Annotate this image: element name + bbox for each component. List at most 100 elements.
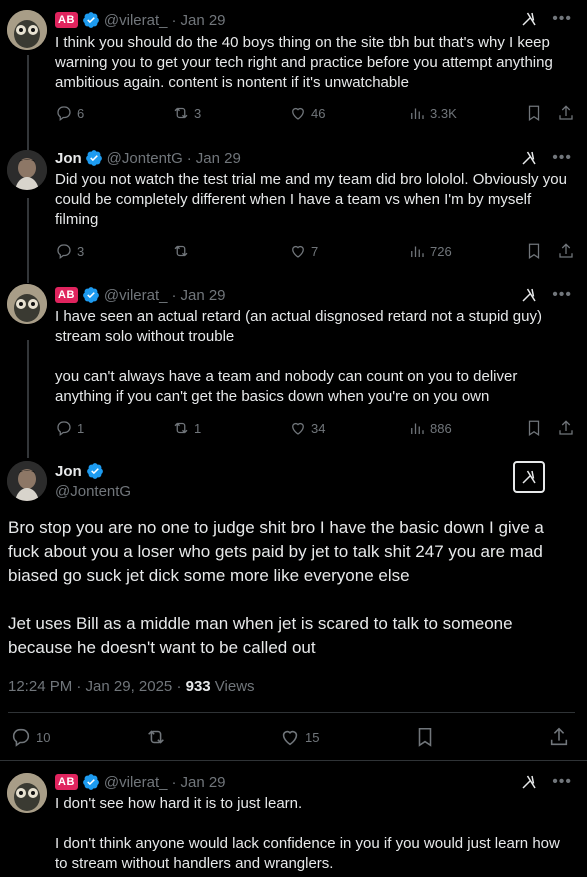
bookmark-icon [528, 243, 540, 259]
avatar[interactable] [7, 284, 47, 324]
user-handle[interactable]: @vilerat_ [104, 287, 168, 304]
tweet[interactable]: AB @vilerat_ · Jan 29 ••• I have seen an… [0, 282, 587, 452]
user-handle[interactable]: @vilerat_ [104, 774, 168, 791]
timestamp[interactable]: 12:24 PM · Jan 29, 2025 · [8, 678, 186, 695]
user-handle[interactable]: @JontentG [107, 150, 183, 167]
reply-count: 3 [77, 243, 85, 259]
affiliate-badge: AB [55, 774, 78, 790]
more-icon[interactable]: ••• [552, 149, 572, 167]
repost-icon [148, 730, 164, 744]
like-button[interactable]: 15 [279, 726, 319, 748]
avatar[interactable] [7, 773, 47, 813]
heart-icon [292, 245, 304, 258]
grok-icon[interactable] [520, 773, 538, 791]
heart-icon [292, 107, 304, 120]
divider [0, 760, 587, 761]
tweet-text: I have seen an actual retard (an actual … [55, 308, 542, 405]
repost-icon [174, 245, 188, 257]
share-button[interactable] [557, 419, 575, 437]
affiliate-badge: AB [55, 12, 78, 28]
bookmark-icon [528, 420, 540, 436]
heart-icon [292, 422, 304, 435]
like-button[interactable]: 7 [289, 242, 318, 260]
tweet-text: I think you should do the 40 boys thing … [55, 34, 553, 91]
separator-dot: · [171, 11, 177, 29]
display-name[interactable]: Jon [55, 463, 82, 480]
verified-icon [83, 287, 99, 303]
more-icon[interactable]: ••• [552, 286, 572, 304]
like-button[interactable]: 34 [289, 419, 325, 437]
tweet[interactable]: AB @vilerat_ · Jan 29 ••• I think you sh… [0, 0, 587, 140]
verified-icon [83, 774, 99, 790]
tweet-header: AB @vilerat_ · Jan 29 [55, 10, 226, 30]
avatar[interactable] [7, 461, 47, 501]
bookmark-button[interactable] [414, 726, 436, 748]
verified-icon [86, 463, 103, 479]
more-icon[interactable]: ••• [552, 773, 572, 791]
more-icon[interactable]: ••• [552, 10, 572, 28]
tweet-date[interactable]: Jan 29 [180, 774, 225, 791]
reply-button[interactable]: 1 [55, 419, 84, 437]
views-icon [411, 423, 424, 434]
bookmark-button[interactable] [525, 104, 543, 122]
separator-dot: · [171, 773, 177, 791]
repost-button[interactable]: 1 [172, 419, 201, 437]
views-icon [411, 246, 424, 257]
reply-button[interactable]: 10 [10, 726, 50, 748]
bookmark-icon [528, 105, 540, 121]
reply-icon [12, 728, 30, 747]
user-handle[interactable]: @vilerat_ [104, 12, 168, 29]
reply-count: 1 [77, 420, 85, 436]
tweet-date[interactable]: Jan 29 [180, 12, 225, 29]
grok-button[interactable] [513, 461, 545, 493]
action-bar: 1 1 34 886 [55, 419, 575, 441]
tweet-date[interactable]: Jan 29 [180, 287, 225, 304]
bookmark-button[interactable] [525, 242, 543, 260]
repost-button[interactable] [145, 726, 167, 748]
tweet-top-actions: ••• [520, 286, 572, 304]
display-name[interactable]: Jon [55, 150, 82, 167]
repost-button[interactable] [172, 242, 194, 260]
views-button[interactable]: 726 [408, 242, 452, 260]
divider [8, 712, 575, 713]
grok-icon[interactable] [520, 10, 538, 28]
views-count: 726 [430, 243, 452, 259]
views-count: 933 [185, 678, 211, 695]
reply-button[interactable]: 3 [55, 242, 84, 260]
action-bar: 6 3 46 3.3K [55, 104, 575, 126]
avatar[interactable] [7, 150, 47, 190]
share-button[interactable] [557, 242, 575, 260]
repost-button[interactable]: 3 [172, 104, 201, 122]
grok-icon[interactable] [520, 286, 538, 304]
tweet[interactable]: AB @vilerat_ · Jan 29 ••• I don't see ho… [0, 768, 587, 877]
grok-icon[interactable] [520, 149, 538, 167]
focal-tweet: Jon @JontentG Bro stop you are no one to… [0, 456, 587, 760]
tweet[interactable]: Jon @JontentG · Jan 29 ••• Did you not w… [0, 142, 587, 282]
verified-icon [85, 150, 102, 166]
share-button[interactable] [557, 104, 575, 122]
avatar[interactable] [7, 10, 47, 50]
reply-icon [57, 421, 71, 437]
reply-button[interactable]: 6 [55, 104, 84, 122]
share-icon [559, 105, 573, 120]
tweet-top-actions: ••• [520, 149, 572, 167]
reply-count: 6 [77, 105, 85, 121]
bookmark-button[interactable] [525, 419, 543, 437]
share-button[interactable] [548, 726, 570, 748]
views-button[interactable]: 3.3K [408, 104, 457, 122]
share-icon [559, 243, 573, 258]
like-count: 7 [311, 243, 319, 259]
action-bar: 3 7 726 [55, 242, 575, 264]
affiliate-badge: AB [55, 287, 78, 303]
separator-dot: · [186, 149, 192, 167]
heart-icon [282, 730, 298, 746]
tweet-text: Did you not watch the test trial me and … [55, 171, 567, 228]
reply-icon [57, 106, 71, 122]
views-icon [411, 108, 424, 119]
tweet-date[interactable]: Jan 29 [196, 150, 241, 167]
like-button[interactable]: 46 [289, 104, 325, 122]
views-button[interactable]: 886 [408, 419, 452, 437]
share-icon [550, 727, 568, 746]
user-handle[interactable]: @JontentG [55, 483, 131, 500]
bookmark-icon [418, 727, 432, 747]
